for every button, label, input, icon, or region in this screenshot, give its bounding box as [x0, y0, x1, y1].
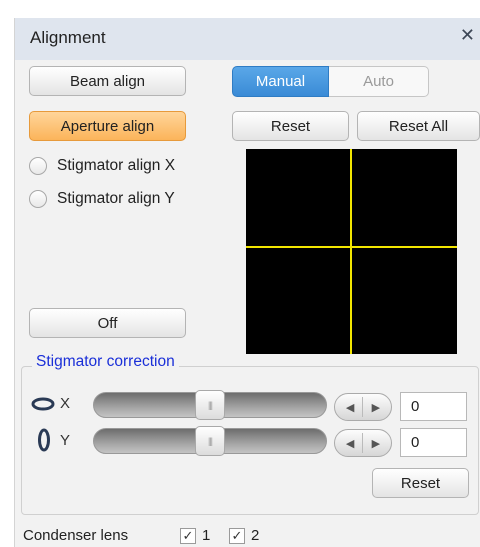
radio-circle-icon [29, 157, 47, 175]
stigmator-x-slider-thumb[interactable]: ||| [195, 390, 225, 420]
stigmator-x-slider[interactable]: ||| [93, 390, 327, 420]
vertical-ellipse-icon [38, 428, 50, 452]
stigmator-y-slider[interactable]: ||| [93, 426, 327, 456]
reset-all-button[interactable]: Reset All [357, 111, 480, 141]
crosshair-vertical-line [350, 149, 352, 354]
stigmator-reset-button[interactable]: Reset [372, 468, 469, 498]
mode-manual-button[interactable]: Manual [232, 66, 329, 97]
increment-y-icon[interactable]: ▶ [366, 433, 386, 453]
condenser-lens-2-checkbox[interactable]: ✓ 2 [229, 527, 259, 544]
stigmator-y-slider-thumb[interactable]: ||| [195, 426, 225, 456]
condenser-lens-2-label: 2 [251, 527, 260, 544]
horizontal-ellipse-icon [31, 397, 55, 411]
stepper-divider [362, 397, 364, 417]
stepper-divider [362, 433, 364, 453]
radio-circle-icon [29, 190, 47, 208]
decrement-y-icon[interactable]: ◀ [340, 433, 360, 453]
decrement-x-icon[interactable]: ◀ [340, 397, 360, 417]
condenser-lens-1-label: 1 [202, 527, 211, 544]
reset-button[interactable]: Reset [232, 111, 349, 141]
checkmark-icon: ✓ [180, 527, 196, 544]
alignment-crosshair-view[interactable] [246, 149, 457, 354]
alignment-panel: Alignment ✕ Beam align Aperture align St… [14, 18, 480, 547]
stigmator-align-y-radio[interactable]: Stigmator align Y [29, 188, 175, 210]
condenser-lens-1-checkbox[interactable]: ✓ 1 [180, 527, 210, 544]
stigmator-x-stepper: ◀ ▶ [334, 393, 392, 421]
title-bar: Alignment ✕ [15, 18, 480, 60]
stigmator-correction-title: Stigmator correction [32, 353, 179, 371]
crosshair-horizontal-line [246, 246, 457, 248]
condenser-lens-label: Condenser lens [23, 527, 129, 544]
stigmator-y-stepper: ◀ ▶ [334, 429, 392, 457]
close-icon[interactable]: ✕ [460, 26, 475, 44]
checkmark-icon: ✓ [229, 527, 245, 544]
aperture-align-button[interactable]: Aperture align [29, 111, 186, 141]
stigmator-align-y-label: Stigmator align Y [57, 190, 175, 207]
x-axis-label: X [60, 395, 71, 412]
stigmator-align-x-radio[interactable]: Stigmator align X [29, 155, 175, 177]
mode-auto-button[interactable]: Auto [329, 66, 429, 97]
stigmator-x-value-field[interactable]: 0 [400, 392, 467, 421]
off-button[interactable]: Off [29, 308, 186, 338]
beam-align-button[interactable]: Beam align [29, 66, 186, 96]
stigmator-align-x-label: Stigmator align X [57, 157, 176, 174]
increment-x-icon[interactable]: ▶ [366, 397, 386, 417]
stigmator-y-value-field[interactable]: 0 [400, 428, 467, 457]
y-axis-label: Y [60, 432, 71, 449]
panel-title: Alignment [30, 28, 106, 47]
